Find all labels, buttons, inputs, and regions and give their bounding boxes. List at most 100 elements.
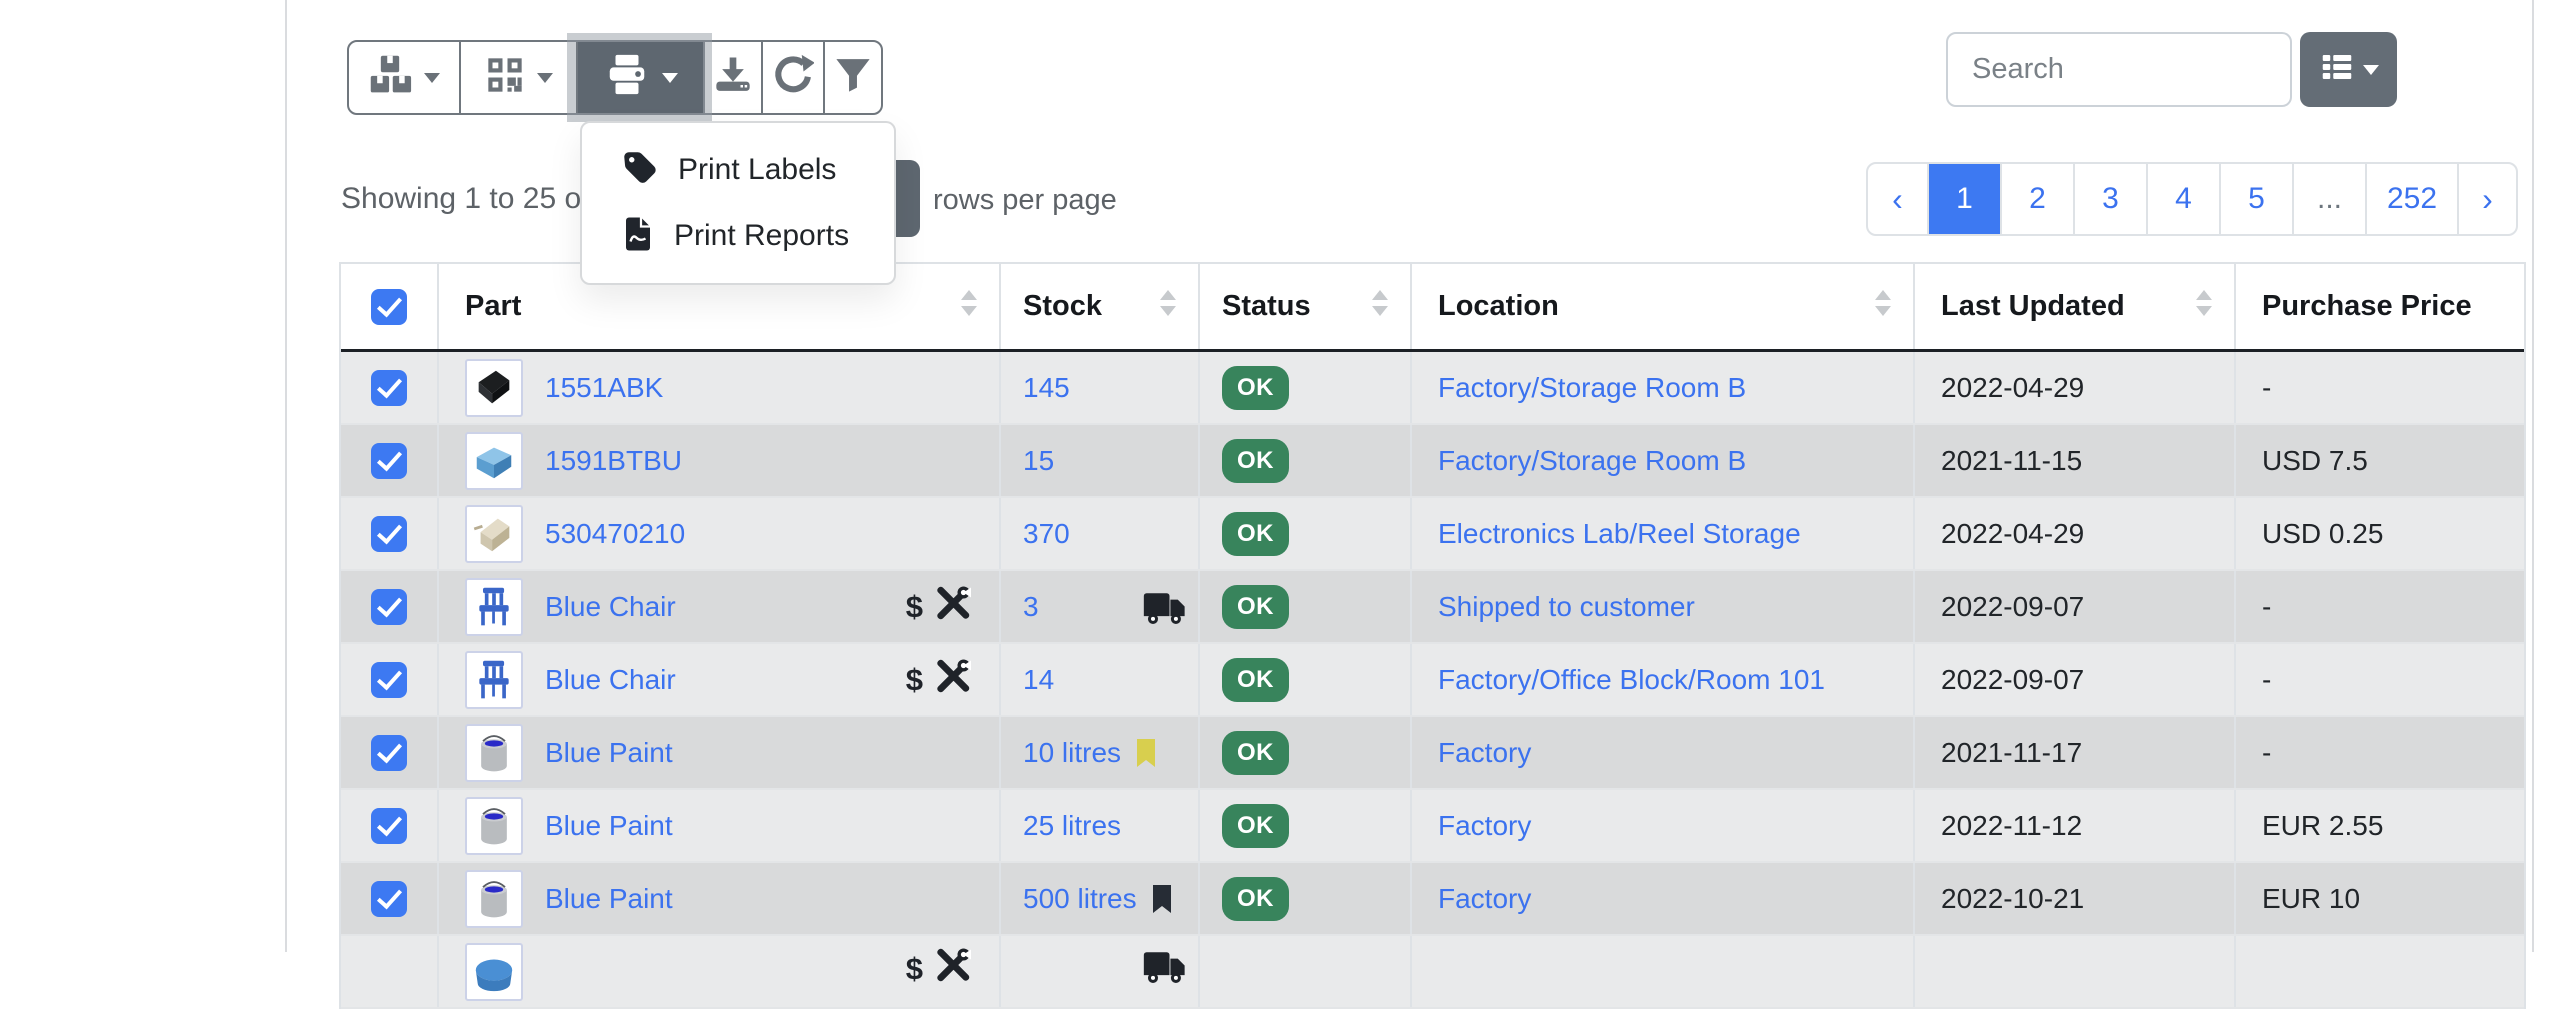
part-link[interactable]: 1591BTBU (545, 445, 682, 477)
last-updated-value: 2022-04-29 (1941, 518, 2084, 550)
table-row: 1551ABK 145 OK Factory/Storage Room B 20… (341, 352, 2524, 425)
last-updated-value: 2022-10-21 (1941, 883, 2084, 915)
purchase-price-value: - (2262, 591, 2271, 623)
last-updated-value: 2021-11-17 (1941, 737, 2082, 769)
stock-link[interactable]: 14 (1023, 664, 1054, 696)
purchase-price-value: - (2262, 372, 2271, 404)
column-header-label: Last Updated (1941, 290, 2125, 323)
pagination-page-3[interactable]: 3 (2073, 164, 2146, 234)
location-link[interactable]: Electronics Lab/Reel Storage (1438, 518, 1801, 550)
purchase-price-value: EUR 2.55 (2262, 810, 2383, 842)
part-thumbnail[interactable] (465, 797, 523, 855)
part-thumbnail[interactable] (465, 432, 523, 490)
truck-icon (1142, 947, 1186, 985)
stock-link[interactable]: 145 (1023, 372, 1070, 404)
barcode-actions-button[interactable] (459, 42, 576, 113)
column-visibility-button[interactable] (2300, 32, 2397, 107)
filter-button[interactable] (823, 42, 881, 113)
part-link[interactable]: Blue Paint (545, 883, 673, 915)
part-link[interactable]: Blue Paint (545, 737, 673, 769)
boxes-stacked-icon (368, 53, 412, 102)
stock-link[interactable]: 370 (1023, 518, 1070, 550)
location-link[interactable]: Factory/Storage Room B (1438, 372, 1746, 404)
last-updated-value: 2021-11-15 (1941, 445, 2082, 477)
location-link[interactable]: Factory (1438, 810, 1531, 842)
last-updated-value: 2022-11-12 (1941, 810, 2082, 842)
part-link[interactable]: Blue Paint (545, 810, 673, 842)
column-header-label: Part (465, 290, 521, 323)
pagination-page-252[interactable]: 252 (2365, 164, 2457, 234)
location-link[interactable]: Factory/Storage Room B (1438, 445, 1746, 477)
column-header-status[interactable]: Status (1200, 264, 1412, 349)
sort-icon[interactable] (1160, 290, 1176, 324)
last-updated-value: 2022-09-07 (1941, 664, 2084, 696)
status-badge: OK (1222, 512, 1289, 556)
pagination-prev[interactable]: ‹ (1868, 164, 1927, 234)
row-checkbox[interactable] (371, 881, 407, 917)
menu-item-print-labels[interactable]: Print Labels (582, 137, 894, 203)
purchase-price-value: USD 7.5 (2262, 445, 2368, 477)
location-link[interactable]: Factory (1438, 883, 1531, 915)
pagination-next[interactable]: › (2457, 164, 2516, 234)
row-checkbox[interactable] (371, 370, 407, 406)
row-checkbox[interactable] (371, 808, 407, 844)
column-header-location[interactable]: Location (1412, 264, 1915, 349)
column-header-last-updated[interactable]: Last Updated (1915, 264, 2236, 349)
printer-icon (604, 52, 650, 103)
dollar-icon: $ (906, 951, 923, 987)
part-thumbnail[interactable] (465, 724, 523, 782)
part-thumbnail[interactable] (465, 870, 523, 928)
part-link[interactable]: Blue Chair (545, 664, 676, 696)
row-checkbox[interactable] (371, 516, 407, 552)
column-header-purchase-price[interactable]: Purchase Price (2236, 264, 2524, 349)
stock-link[interactable]: 15 (1023, 445, 1054, 477)
filter-icon (834, 56, 872, 99)
stock-link[interactable]: 25 litres (1023, 810, 1121, 842)
download-button[interactable] (703, 42, 761, 113)
location-link[interactable]: Factory/Office Block/Room 101 (1438, 664, 1825, 696)
search-input[interactable] (1946, 32, 2292, 107)
refresh-button[interactable] (761, 42, 823, 113)
part-thumbnail[interactable] (465, 505, 523, 563)
pagination-page-2[interactable]: 2 (2000, 164, 2073, 234)
pagination-page-4[interactable]: 4 (2146, 164, 2219, 234)
part-thumbnail[interactable] (465, 578, 523, 636)
pagination-ellipsis: ... (2292, 164, 2365, 234)
status-badge: OK (1222, 804, 1289, 848)
stock-link[interactable]: 10 litres (1023, 737, 1121, 769)
row-checkbox[interactable] (371, 589, 407, 625)
part-link[interactable]: 530470210 (545, 518, 685, 550)
status-badge: OK (1222, 658, 1289, 702)
pagination-page-1[interactable]: 1 (1927, 164, 2000, 234)
status-badge: OK (1222, 366, 1289, 410)
part-thumbnail[interactable] (465, 651, 523, 709)
sort-icon[interactable] (1875, 290, 1891, 324)
showing-entries-text: Showing 1 to 25 o (341, 182, 581, 216)
part-link[interactable]: 1551ABK (545, 372, 663, 404)
pagination-page-5[interactable]: 5 (2219, 164, 2292, 234)
row-checkbox[interactable] (371, 735, 407, 771)
stock-table: Part Stock Status Location Last Updated … (339, 262, 2526, 1009)
stock-actions-button[interactable] (349, 42, 459, 113)
truck-icon (1142, 588, 1186, 626)
row-checkbox[interactable] (371, 443, 407, 479)
column-header-stock[interactable]: Stock (1001, 264, 1200, 349)
table-row-partial: $ (341, 936, 2524, 1009)
panel-right-border (2532, 0, 2534, 952)
location-link[interactable]: Shipped to customer (1438, 591, 1695, 623)
sort-icon[interactable] (961, 290, 977, 324)
part-link[interactable]: Blue Chair (545, 591, 676, 623)
select-all-checkbox[interactable] (371, 289, 407, 325)
sort-icon[interactable] (1372, 290, 1388, 324)
menu-item-print-reports[interactable]: Print Reports (582, 203, 894, 269)
stock-link[interactable]: 500 litres (1023, 883, 1137, 915)
part-thumbnail[interactable] (465, 359, 523, 417)
purchase-price-value: EUR 10 (2262, 883, 2360, 915)
sort-icon[interactable] (2196, 290, 2212, 324)
stock-link[interactable]: 3 (1023, 591, 1039, 623)
location-link[interactable]: Factory (1438, 737, 1531, 769)
row-checkbox[interactable] (371, 662, 407, 698)
print-actions-button[interactable] (576, 42, 703, 113)
menu-item-label: Print Labels (678, 153, 836, 187)
chevron-down-icon (662, 73, 678, 83)
